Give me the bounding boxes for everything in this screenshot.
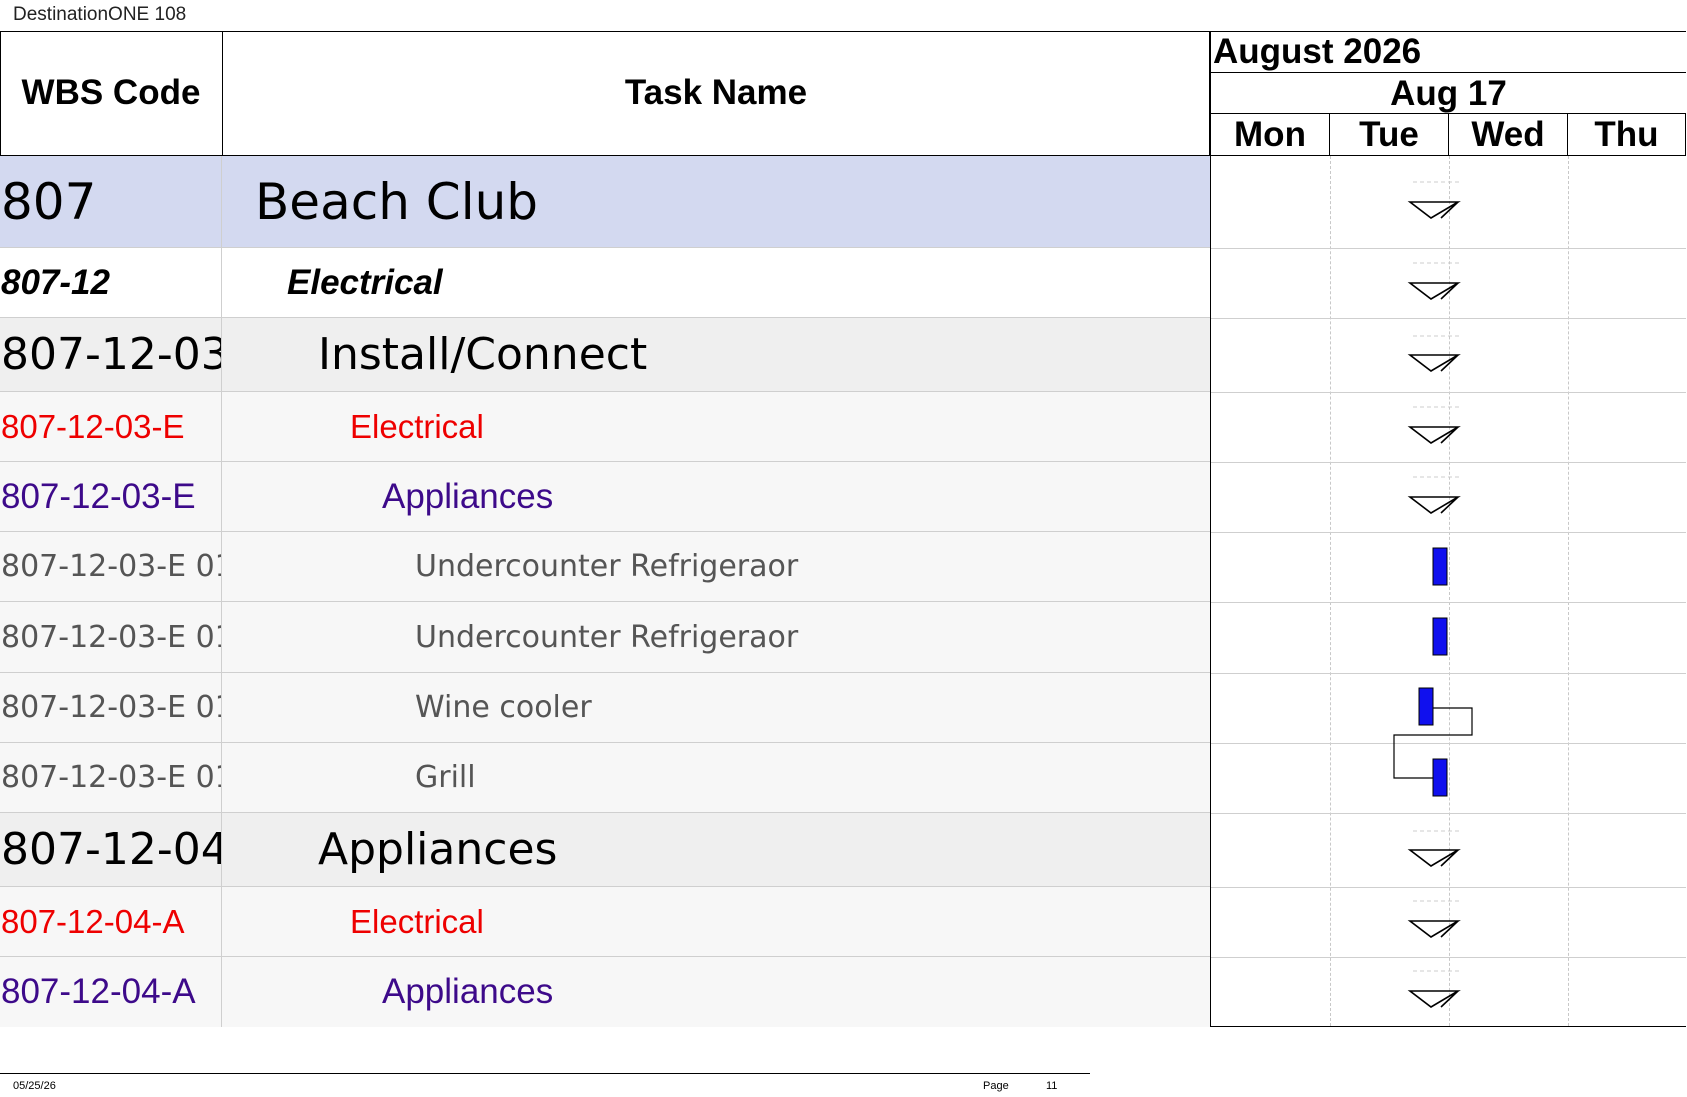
summary-marker[interactable] <box>1407 335 1461 372</box>
summary-marker[interactable] <box>1407 406 1461 444</box>
summary-marker[interactable] <box>1407 181 1461 219</box>
footer-page-label: Page <box>983 1080 1009 1092</box>
summary-marker[interactable] <box>1407 262 1461 300</box>
footer-rule <box>0 1073 1090 1074</box>
summary-marker[interactable] <box>1407 830 1461 867</box>
summary-marker[interactable] <box>1407 970 1461 1008</box>
task-bar[interactable] <box>1432 617 1448 656</box>
task-bar[interactable] <box>1432 758 1448 797</box>
summary-marker[interactable] <box>1407 900 1461 938</box>
summary-marker[interactable] <box>1407 476 1461 514</box>
footer-date: 05/25/26 <box>13 1080 56 1092</box>
task-bar[interactable] <box>1432 547 1448 586</box>
footer-page-number: 11 <box>1046 1080 1058 1092</box>
gantt-chart <box>1393 181 1473 1008</box>
task-bar[interactable] <box>1418 687 1434 726</box>
